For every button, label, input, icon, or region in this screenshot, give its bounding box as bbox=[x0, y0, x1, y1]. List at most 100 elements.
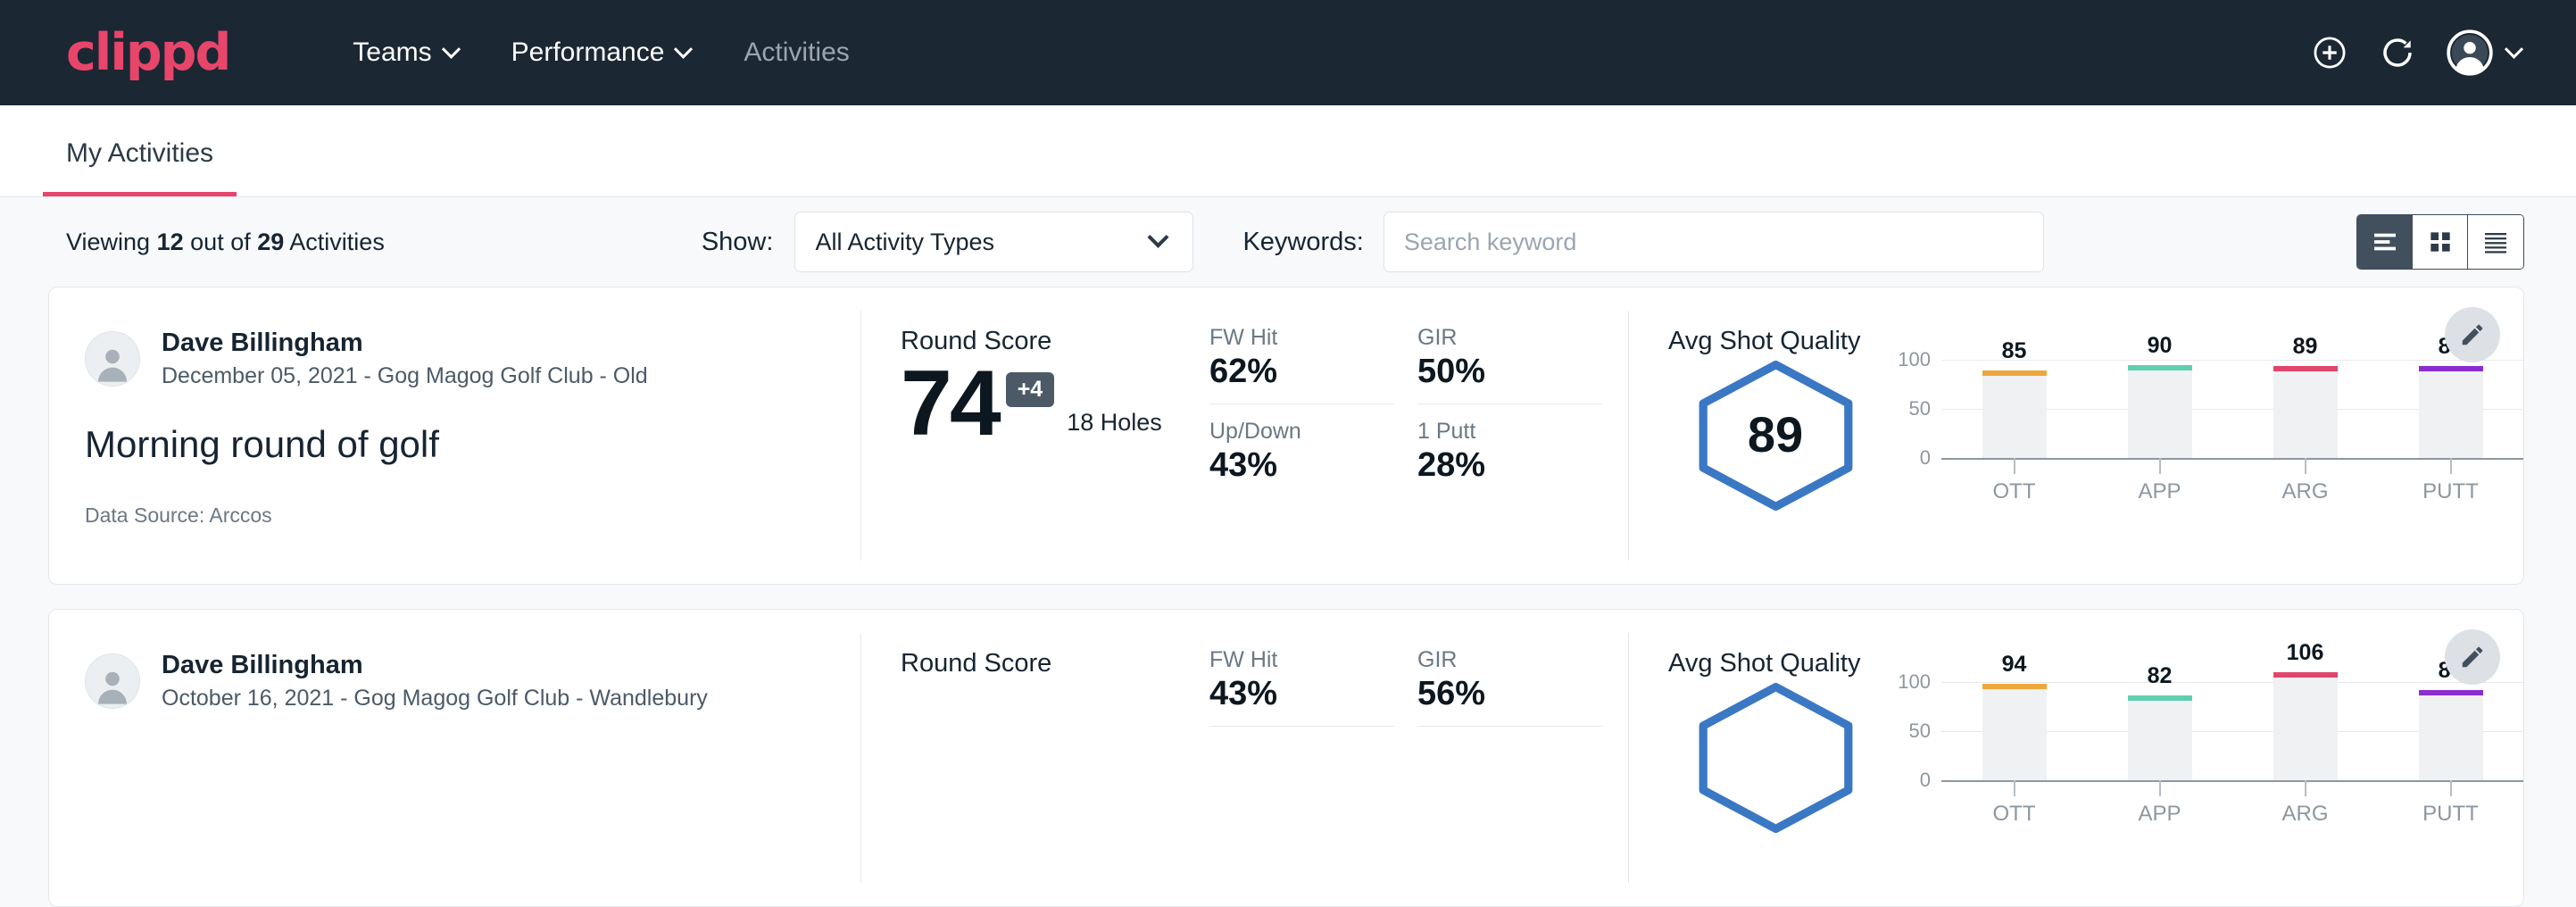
compact-view-icon bbox=[2481, 228, 2510, 256]
bar-cap bbox=[2419, 366, 2483, 371]
primary-nav: Teams Performance Activities bbox=[326, 37, 876, 68]
activity-type-select-value: All Activity Types bbox=[815, 229, 994, 256]
activity-type-select[interactable]: All Activity Types bbox=[794, 212, 1193, 272]
person-icon bbox=[89, 339, 136, 386]
stat-value: 43% bbox=[1209, 675, 1394, 713]
viewing-count-text: Viewing 12 out of 29 Activities bbox=[66, 229, 385, 256]
viewing-total: 29 bbox=[257, 229, 284, 255]
viewing-suffix: Activities bbox=[289, 229, 385, 255]
tab-my-activities[interactable]: My Activities bbox=[43, 138, 237, 196]
tab-my-activities-label: My Activities bbox=[66, 138, 213, 168]
grid-view-icon bbox=[2426, 228, 2455, 256]
avg-shot-quality-column: Avg Shot Quality 100 50 0 bbox=[1629, 610, 2523, 906]
x-tick-label: APP bbox=[2087, 802, 2232, 827]
avg-shot-quality-body: 89 100 50 0 85 bbox=[1668, 360, 2523, 512]
round-score-column: Round Score 74 +4 18 Holes bbox=[861, 287, 1209, 584]
chart-x-ticks bbox=[1941, 458, 2523, 474]
activity-card[interactable]: Dave Billingham December 05, 2021 - Gog … bbox=[48, 287, 2524, 585]
y-tick-label: 100 bbox=[1898, 348, 1931, 371]
chart-bar-app: 82 bbox=[2087, 682, 2232, 780]
refresh-icon[interactable] bbox=[2379, 34, 2416, 71]
plus-circle-icon[interactable] bbox=[2311, 34, 2348, 71]
chart-bar-putt: 89 bbox=[2378, 360, 2523, 458]
bar-value-label: 94 bbox=[1982, 652, 2047, 678]
stat-value: 56% bbox=[1417, 675, 1602, 713]
score-differential-badge: +4 bbox=[1006, 372, 1055, 407]
stat-label: Up/Down bbox=[1209, 419, 1394, 445]
nav-item-teams[interactable]: Teams bbox=[326, 37, 484, 68]
chart-x-labels: OTT APP ARG PUTT bbox=[1941, 802, 2523, 827]
round-score-label: Round Score bbox=[901, 649, 1209, 678]
y-tick-label: 50 bbox=[1909, 397, 1931, 420]
view-mode-compact-button[interactable] bbox=[2468, 215, 2523, 269]
viewing-prefix: Viewing bbox=[66, 229, 150, 255]
activity-summary-column: Dave Billingham December 05, 2021 - Gog … bbox=[49, 287, 861, 584]
filter-toolbar: Viewing 12 out of 29 Activities Show: Al… bbox=[0, 197, 2576, 287]
bar-value-label: 106 bbox=[2273, 640, 2338, 666]
chart-bars: 94 82 bbox=[1941, 682, 2523, 780]
activity-card[interactable]: Dave Billingham October 16, 2021 - Gog M… bbox=[48, 609, 2524, 907]
activity-card-list: Dave Billingham December 05, 2021 - Gog … bbox=[0, 287, 2576, 907]
chart-bar-app: 90 bbox=[2087, 360, 2232, 458]
avg-shot-quality-label: Avg Shot Quality bbox=[1668, 649, 2523, 678]
y-tick-label: 0 bbox=[1920, 769, 1931, 792]
chart-x-ticks bbox=[1941, 780, 2523, 796]
nav-item-performance[interactable]: Performance bbox=[485, 37, 718, 68]
bar-cap bbox=[2128, 695, 2192, 701]
account-menu[interactable] bbox=[2447, 29, 2521, 76]
activity-meta: December 05, 2021 - Gog Magog Golf Club … bbox=[162, 362, 648, 391]
keywords-label: Keywords: bbox=[1242, 228, 1363, 257]
activity-summary-column: Dave Billingham October 16, 2021 - Gog M… bbox=[49, 610, 861, 906]
stat-fw-hit: FW Hit 43% bbox=[1209, 647, 1394, 727]
chart-bar-arg: 89 bbox=[2232, 360, 2378, 458]
chevron-down-icon bbox=[442, 39, 461, 58]
edit-activity-button[interactable] bbox=[2445, 629, 2500, 685]
edit-activity-button[interactable] bbox=[2445, 307, 2500, 362]
stat-fw-hit: FW Hit 62% bbox=[1209, 325, 1394, 404]
player-name: Dave Billingham bbox=[162, 649, 708, 681]
search-input[interactable] bbox=[1384, 212, 2044, 272]
tab-bar: My Activities bbox=[0, 105, 2576, 197]
holes-played: 18 Holes bbox=[1067, 409, 1162, 437]
list-view-icon bbox=[2371, 228, 2399, 256]
chevron-down-icon bbox=[674, 39, 693, 58]
nav-actions bbox=[2311, 29, 2521, 76]
stat-label: GIR bbox=[1417, 325, 1602, 351]
keyword-filter-group: Keywords: bbox=[1242, 212, 2043, 272]
chart-bars: 85 90 bbox=[1941, 360, 2523, 458]
chart-bar-ott: 94 bbox=[1941, 682, 2087, 780]
x-tick-label: PUTT bbox=[2378, 479, 2523, 504]
show-filter-group: Show: All Activity Types bbox=[702, 212, 1194, 272]
shot-quality-bar-chart: 100 50 0 94 bbox=[1882, 682, 2523, 827]
y-tick-label: 50 bbox=[1909, 720, 1931, 743]
activity-meta: October 16, 2021 - Gog Magog Golf Club -… bbox=[162, 684, 708, 713]
stat-value: 50% bbox=[1417, 353, 1602, 391]
bar-value-label: 90 bbox=[2128, 333, 2192, 359]
avatar bbox=[85, 653, 140, 709]
round-score-value-row: 74 +4 18 Holes bbox=[901, 362, 1209, 447]
chart-bar-putt: 87 bbox=[2378, 682, 2523, 780]
bar-cap bbox=[2128, 365, 2192, 370]
stat-label: GIR bbox=[1417, 647, 1602, 673]
y-tick-label: 0 bbox=[1920, 446, 1931, 470]
view-mode-list-button[interactable] bbox=[2357, 215, 2413, 269]
stat-label: FW Hit bbox=[1209, 325, 1394, 351]
person-icon bbox=[89, 662, 136, 708]
viewing-middle: out of bbox=[190, 229, 251, 255]
view-mode-toggle-group bbox=[2356, 214, 2524, 270]
hexagon-icon bbox=[1693, 682, 1858, 834]
x-tick-label: ARG bbox=[2232, 479, 2378, 504]
chart-plot-area: 100 50 0 85 bbox=[1941, 360, 2523, 458]
avg-shot-quality-hexagon: 89 bbox=[1668, 360, 1882, 512]
nav-item-activities-label: Activities bbox=[744, 37, 849, 68]
activity-data-source: Data Source: Arccos bbox=[85, 503, 861, 528]
chevron-down-icon bbox=[2505, 39, 2523, 58]
brand-logo[interactable]: clippd bbox=[66, 28, 229, 79]
stat-label: FW Hit bbox=[1209, 647, 1394, 673]
activity-player: Dave Billingham October 16, 2021 - Gog M… bbox=[85, 649, 861, 713]
bar-cap bbox=[1982, 370, 2047, 376]
view-mode-grid-button[interactable] bbox=[2413, 215, 2468, 269]
pencil-icon bbox=[2459, 321, 2486, 348]
bar-value-label: 82 bbox=[2128, 663, 2192, 689]
nav-item-activities[interactable]: Activities bbox=[717, 37, 876, 68]
